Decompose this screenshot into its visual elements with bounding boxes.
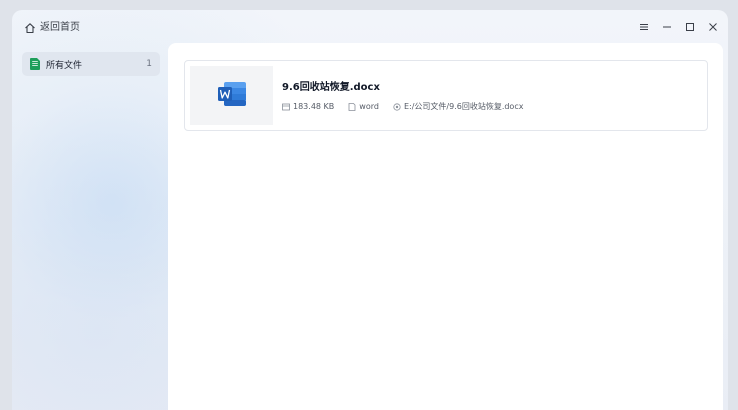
file-card[interactable]: 9.6回收站恢复.docx 183.48 KB word E:/公司文件/9.6…: [184, 60, 708, 131]
file-type-icon: [348, 102, 356, 111]
file-size-icon: [282, 103, 290, 111]
close-icon[interactable]: [706, 20, 720, 34]
sidebar-item-all-files[interactable]: 所有文件 1: [22, 52, 160, 76]
back-home-label: 返回首页: [40, 22, 80, 33]
main-panel: 9.6回收站恢复.docx 183.48 KB word E:/公司文件/9.6…: [168, 43, 723, 410]
file-size: 183.48 KB: [293, 102, 335, 111]
title-bar: 返回首页: [12, 10, 728, 44]
file-type: word: [359, 102, 379, 111]
home-icon: [24, 22, 36, 34]
sidebar: 所有文件 1: [22, 52, 160, 76]
window-controls: [637, 20, 720, 34]
file-size-field: 183.48 KB: [282, 102, 334, 111]
file-meta: 183.48 KB word E:/公司文件/9.6回收站恢复.docx: [282, 101, 537, 112]
minimize-icon[interactable]: [660, 20, 674, 34]
sidebar-item-label: 所有文件: [46, 60, 83, 71]
maximize-icon[interactable]: [683, 20, 697, 34]
menu-icon[interactable]: [637, 20, 651, 34]
app-window: 返回首页 所有文件 1 9.6回收站恢复.docx 183.48 KB word…: [12, 10, 728, 410]
word-document-icon: [217, 81, 247, 111]
file-path-field: E:/公司文件/9.6回收站恢复.docx: [393, 101, 524, 112]
file-name: 9.6回收站恢复.docx: [282, 82, 380, 93]
spreadsheet-file-icon: [30, 58, 40, 70]
location-icon: [393, 102, 401, 111]
file-type-field: word: [348, 102, 379, 111]
file-thumbnail: [190, 66, 273, 125]
sidebar-item-count: 1: [146, 59, 152, 69]
file-path: E:/公司文件/9.6回收站恢复.docx: [403, 102, 524, 111]
back-home-button[interactable]: 返回首页: [24, 20, 80, 36]
